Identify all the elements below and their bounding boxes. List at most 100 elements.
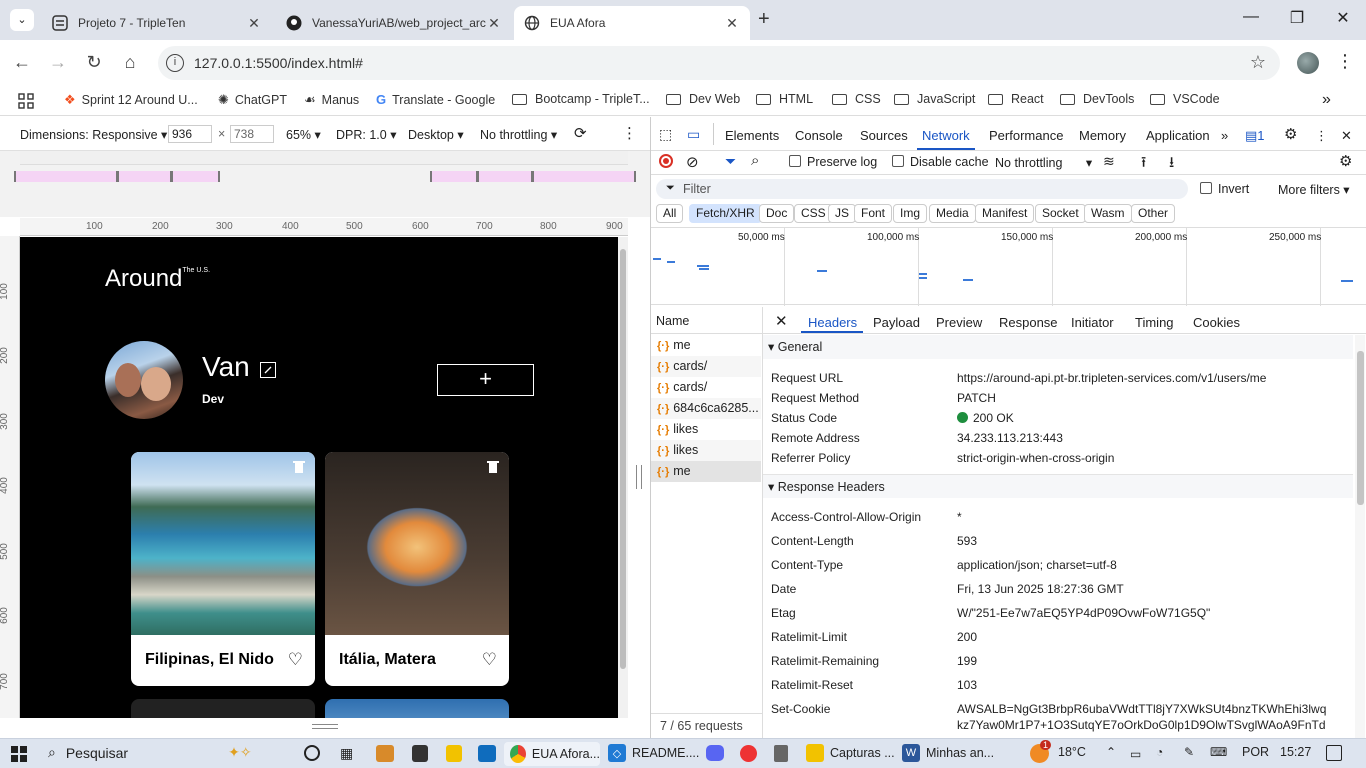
card-image[interactable]: [325, 452, 509, 635]
search-icon[interactable]: ⌕: [751, 152, 759, 169]
viewport-scrollbar[interactable]: [618, 237, 628, 718]
app-icon[interactable]: [412, 745, 428, 762]
bookmark-folder-react[interactable]: React: [988, 92, 1044, 106]
keyboard-icon[interactable]: ⌨: [1210, 745, 1227, 759]
forward-icon[interactable]: →: [46, 52, 70, 73]
browser-tab-projeto7[interactable]: Projeto 7 - TripleTen ✕: [42, 6, 272, 40]
edit-profile-button[interactable]: [260, 362, 276, 378]
clock[interactable]: 15:27: [1280, 745, 1311, 759]
discord-icon[interactable]: [706, 745, 724, 761]
inspect-icon[interactable]: ⬚: [659, 126, 672, 143]
general-section-header[interactable]: ▾ General: [763, 335, 1353, 359]
reload-icon[interactable]: ↻: [82, 52, 106, 73]
filter-chip-wasm[interactable]: Wasm: [1084, 204, 1132, 223]
filter-chip-css[interactable]: CSS: [794, 204, 833, 223]
card-image[interactable]: [131, 452, 315, 635]
app-icon[interactable]: [478, 745, 496, 762]
media-icon[interactable]: [740, 745, 757, 762]
request-row[interactable]: {·} cards/: [651, 377, 761, 398]
bookmark-sprint12[interactable]: ❖ Sprint 12 Around U...: [64, 92, 198, 108]
resize-handle[interactable]: [636, 465, 642, 489]
bookmark-translate[interactable]: G Translate - Google: [376, 92, 495, 107]
close-tab-icon[interactable]: ✕: [246, 15, 262, 32]
filter-chip-all[interactable]: All: [656, 204, 684, 223]
trash-icon[interactable]: [293, 460, 305, 473]
bookmark-star-icon[interactable]: ☆: [1250, 52, 1266, 73]
settings-gear-icon[interactable]: ⚙: [1284, 125, 1297, 143]
wifi-icon[interactable]: ◔: [1156, 745, 1163, 759]
tab-search-button[interactable]: ⌄: [10, 9, 34, 31]
minimize-icon[interactable]: —: [1236, 8, 1266, 26]
devtools-tab-sources[interactable]: Sources: [860, 128, 908, 143]
device-toggle-icon[interactable]: ▭: [687, 126, 700, 143]
request-row[interactable]: {·} cards/: [651, 356, 761, 377]
detail-tab-headers[interactable]: Headers: [808, 315, 857, 330]
details-scrollbar[interactable]: [1355, 335, 1365, 738]
width-input[interactable]: 936: [168, 125, 212, 143]
filter-chip-media[interactable]: Media: [929, 204, 976, 223]
devtools-menu-icon[interactable]: ⋮: [1315, 128, 1328, 144]
devtools-tab-memory[interactable]: Memory: [1079, 128, 1126, 143]
taskbar-word[interactable]: W Minhas an...: [902, 744, 994, 762]
bookmark-folder-vscode[interactable]: VSCode: [1150, 92, 1220, 106]
close-window-icon[interactable]: ✕: [1328, 8, 1358, 28]
filter-funnel-icon[interactable]: ⏷: [725, 153, 736, 170]
detail-tab-cookies[interactable]: Cookies: [1193, 315, 1240, 330]
detail-tab-preview[interactable]: Preview: [936, 315, 982, 330]
bookmark-manus[interactable]: ☙ Manus: [304, 92, 359, 108]
detail-tab-payload[interactable]: Payload: [873, 315, 920, 330]
filter-chip-socket[interactable]: Socket: [1035, 204, 1086, 223]
dimensions-select[interactable]: Dimensions: Responsive ▾: [20, 127, 167, 142]
bookmark-folder-html[interactable]: HTML: [756, 92, 813, 106]
language-indicator[interactable]: POR: [1242, 745, 1269, 759]
profile-avatar[interactable]: [105, 341, 183, 419]
taskbar-explorer[interactable]: Capturas ...: [806, 744, 895, 762]
trash-icon[interactable]: [487, 460, 499, 473]
request-row[interactable]: {·} likes: [651, 440, 761, 461]
devtools-tab-application[interactable]: Application: [1146, 128, 1210, 143]
notifications-icon[interactable]: [1326, 745, 1342, 761]
filter-chip-manifest[interactable]: Manifest: [975, 204, 1035, 223]
filter-chip-js[interactable]: JS: [828, 204, 857, 223]
menu-kebab-icon[interactable]: ⋮: [1336, 51, 1354, 72]
detail-tab-response[interactable]: Response: [999, 315, 1058, 330]
scroll-thumb[interactable]: [620, 249, 626, 669]
close-tab-icon[interactable]: ✕: [486, 15, 502, 32]
detail-tab-initiator[interactable]: Initiator: [1071, 315, 1114, 330]
bookmark-folder-css[interactable]: CSS: [832, 92, 881, 106]
taskbar-search[interactable]: ⌕ Pesquisar ✦✧: [48, 744, 252, 761]
network-throttle-select[interactable]: No throttling ▾: [995, 155, 1092, 170]
filter-chip-font[interactable]: Font: [854, 204, 893, 223]
taskbar-chrome[interactable]: EUA Afora...: [504, 742, 600, 766]
more-filters-button[interactable]: More filters ▾: [1278, 182, 1350, 197]
filter-chip-doc[interactable]: Doc: [759, 204, 795, 223]
dpr-select[interactable]: DPR: 1.0 ▾: [336, 127, 396, 142]
zoom-select[interactable]: 65% ▾: [286, 127, 321, 142]
filter-chip-img[interactable]: Img: [893, 204, 928, 223]
browser-tab-github[interactable]: VanessaYuriAB/web_project_arc ✕: [276, 6, 512, 40]
app-icon[interactable]: [446, 745, 462, 762]
widgets-icon[interactable]: ▦: [340, 745, 353, 762]
task-view-icon[interactable]: [304, 745, 320, 761]
devtools-tab-console[interactable]: Console: [795, 128, 843, 143]
timeline-overview[interactable]: 50,000 ms 100,000 ms 150,000 ms 200,000 …: [651, 227, 1366, 306]
rotate-icon[interactable]: ⟳: [574, 124, 587, 142]
wifi-icon[interactable]: ≋: [1103, 153, 1115, 170]
restore-icon[interactable]: ❐: [1282, 8, 1312, 28]
bookmark-folder-devweb[interactable]: Dev Web: [666, 92, 740, 106]
media-query-bar[interactable]: [20, 151, 628, 165]
close-devtools-icon[interactable]: ✕: [1341, 128, 1352, 144]
app-icon[interactable]: [376, 745, 394, 762]
scroll-thumb[interactable]: [1357, 351, 1364, 505]
close-details-icon[interactable]: ✕: [775, 312, 788, 330]
devtools-tab-network[interactable]: Network: [922, 128, 970, 143]
request-row[interactable]: {·} 684c6ca6285...: [651, 398, 761, 419]
filter-chip-fetch-xhr[interactable]: Fetch/XHR: [689, 204, 762, 223]
device-more-icon[interactable]: ⋮: [622, 124, 637, 142]
site-info-icon[interactable]: i: [166, 54, 184, 72]
devtools-tab-performance[interactable]: Performance: [989, 128, 1063, 143]
response-headers-section-header[interactable]: ▾ Response Headers: [763, 474, 1353, 498]
height-input[interactable]: 738: [230, 125, 274, 143]
detail-tab-timing[interactable]: Timing: [1135, 315, 1174, 330]
new-tab-button[interactable]: +: [758, 8, 770, 31]
